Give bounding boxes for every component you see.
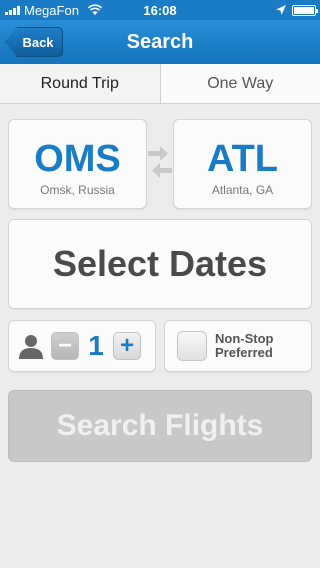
status-bar: MegaFon 16:08 [0, 0, 320, 20]
location-arrow-icon [276, 5, 286, 15]
trip-type-selector: Round Trip One Way [0, 64, 320, 104]
origin-city: Omsk, Russia [40, 183, 115, 197]
destination-airport-card[interactable]: ATL Atlanta, GA [173, 119, 312, 209]
nonstop-label-line1: Non-Stop [215, 331, 274, 346]
search-flights-button[interactable]: Search Flights [8, 390, 312, 462]
nonstop-card[interactable]: Non-Stop Preferred [164, 320, 312, 372]
tab-round-trip[interactable]: Round Trip [0, 64, 160, 103]
increase-passengers-button[interactable]: + [113, 332, 141, 360]
nonstop-checkbox[interactable] [177, 331, 207, 361]
select-dates-card[interactable]: Select Dates [8, 219, 312, 309]
decrease-passengers-button[interactable]: − [51, 332, 79, 360]
battery-icon [292, 4, 318, 16]
person-icon [19, 335, 43, 359]
swap-arrows-icon[interactable] [146, 144, 174, 180]
destination-code: ATL [206, 138, 279, 180]
passenger-count: 1 [88, 330, 104, 361]
status-time: 16:08 [143, 2, 177, 18]
page-title: Search [126, 30, 194, 53]
passenger-count-card: − 1 + [8, 320, 156, 372]
select-dates-label: Select Dates [52, 243, 268, 284]
navigation-bar: Back Search [0, 20, 320, 64]
nonstop-label-line2: Preferred [215, 345, 273, 360]
origin-airport-card[interactable]: OMS Omsk, Russia [8, 119, 147, 209]
origin-code: OMS [34, 138, 121, 180]
back-button[interactable]: Back [5, 27, 63, 57]
destination-city: Atlanta, GA [211, 183, 274, 197]
tab-one-way[interactable]: One Way [159, 64, 320, 103]
